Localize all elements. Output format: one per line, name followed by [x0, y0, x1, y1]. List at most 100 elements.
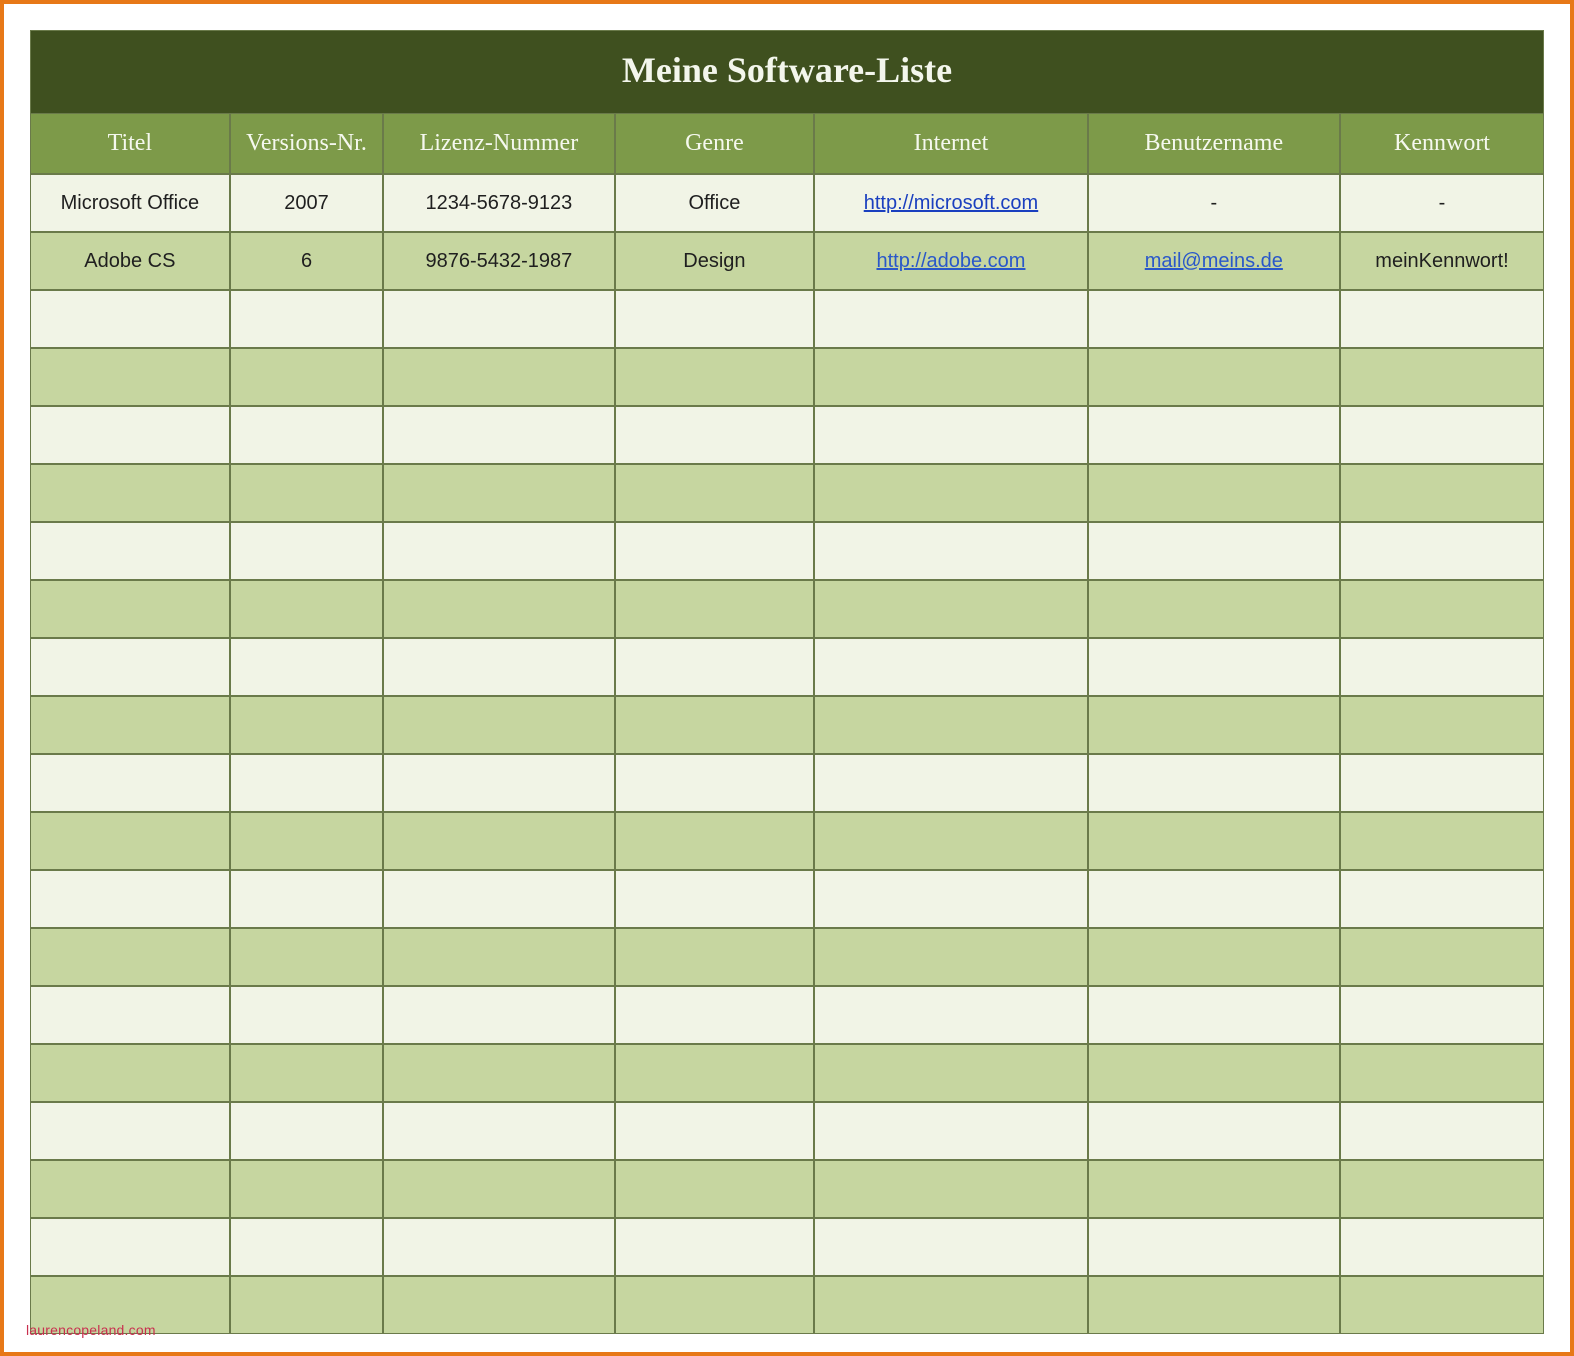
empty-cell: [230, 522, 384, 580]
col-header-genre: Genre: [615, 113, 815, 174]
cell-internet-link[interactable]: http://adobe.com: [876, 250, 1025, 272]
empty-cell: [1340, 1160, 1544, 1218]
empty-cell: [383, 1218, 614, 1276]
col-header-internet: Internet: [814, 113, 1087, 174]
empty-cell: [814, 348, 1087, 406]
empty-cell: [383, 812, 614, 870]
empty-cell: [30, 696, 230, 754]
empty-cell: [615, 1102, 815, 1160]
empty-cell: [615, 522, 815, 580]
empty-cell: [1088, 464, 1340, 522]
empty-cell: [814, 1102, 1087, 1160]
table-row-empty: [30, 986, 1544, 1044]
empty-cell: [230, 1044, 384, 1102]
empty-cell: [1340, 290, 1544, 348]
document-frame: Meine Software-Liste Titel Versions-Nr. …: [0, 0, 1574, 1356]
empty-cell: [615, 1160, 815, 1218]
cell-titel: Microsoft Office: [30, 174, 230, 232]
empty-cell: [230, 638, 384, 696]
cell-benutzername[interactable]: mail@meins.de: [1088, 232, 1340, 290]
empty-cell: [615, 754, 815, 812]
empty-cell: [615, 1044, 815, 1102]
empty-cell: [1340, 638, 1544, 696]
empty-cell: [1340, 928, 1544, 986]
empty-cell: [1088, 348, 1340, 406]
empty-cell: [1088, 986, 1340, 1044]
cell-genre: Design: [615, 232, 815, 290]
table-row-empty: [30, 1160, 1544, 1218]
empty-cell: [230, 1276, 384, 1334]
cell-kennwort: meinKennwort!: [1340, 232, 1544, 290]
empty-cell: [383, 986, 614, 1044]
empty-cell: [383, 406, 614, 464]
col-header-lizenz: Lizenz-Nummer: [383, 113, 614, 174]
cell-lizenz: 1234-5678-9123: [383, 174, 614, 232]
empty-cell: [615, 406, 815, 464]
empty-cell: [383, 928, 614, 986]
empty-cell: [1088, 696, 1340, 754]
empty-cell: [230, 754, 384, 812]
empty-cell: [1088, 1218, 1340, 1276]
empty-cell: [814, 870, 1087, 928]
empty-cell: [615, 464, 815, 522]
empty-cell: [1088, 754, 1340, 812]
empty-cell: [30, 1044, 230, 1102]
empty-cell: [615, 580, 815, 638]
empty-cell: [615, 986, 815, 1044]
col-header-version: Versions-Nr.: [230, 113, 384, 174]
cell-internet[interactable]: http://microsoft.com: [814, 174, 1087, 232]
empty-cell: [1340, 406, 1544, 464]
empty-cell: [814, 1044, 1087, 1102]
table-row-empty: [30, 638, 1544, 696]
table-title-row: Meine Software-Liste: [30, 30, 1544, 113]
empty-cell: [383, 1102, 614, 1160]
empty-cell: [1088, 522, 1340, 580]
table-row-empty: [30, 870, 1544, 928]
empty-cell: [230, 1160, 384, 1218]
empty-cell: [230, 870, 384, 928]
empty-cell: [615, 1218, 815, 1276]
empty-cell: [230, 580, 384, 638]
table-row-empty: [30, 754, 1544, 812]
table-row-empty: [30, 928, 1544, 986]
empty-cell: [1088, 1044, 1340, 1102]
empty-cell: [30, 1218, 230, 1276]
watermark-text: laurencopeland.com: [26, 1322, 156, 1338]
empty-cell: [230, 812, 384, 870]
cell-benutzername: -: [1088, 174, 1340, 232]
empty-cell: [1088, 406, 1340, 464]
table-header-row: Titel Versions-Nr. Lizenz-Nummer Genre I…: [30, 113, 1544, 174]
empty-cell: [615, 928, 815, 986]
table-row-empty: [30, 1218, 1544, 1276]
empty-cell: [1340, 986, 1544, 1044]
empty-cell: [814, 464, 1087, 522]
col-header-kennwort: Kennwort: [1340, 113, 1544, 174]
cell-lizenz: 9876-5432-1987: [383, 232, 614, 290]
empty-cell: [1340, 812, 1544, 870]
empty-cell: [230, 348, 384, 406]
cell-version: 6: [230, 232, 384, 290]
empty-cell: [1340, 348, 1544, 406]
empty-cell: [230, 290, 384, 348]
cell-benutzername-link[interactable]: mail@meins.de: [1145, 250, 1283, 272]
empty-cell: [30, 928, 230, 986]
empty-cell: [615, 348, 815, 406]
empty-cell: [1088, 928, 1340, 986]
empty-cell: [1340, 1044, 1544, 1102]
empty-cell: [1340, 1276, 1544, 1334]
empty-cell: [30, 986, 230, 1044]
empty-cell: [230, 406, 384, 464]
empty-cell: [1088, 812, 1340, 870]
software-table: Meine Software-Liste Titel Versions-Nr. …: [30, 30, 1544, 1334]
cell-internet-link[interactable]: http://microsoft.com: [864, 192, 1039, 214]
table-row: Adobe CS69876-5432-1987Designhttp://adob…: [30, 232, 1544, 290]
empty-cell: [30, 812, 230, 870]
empty-cell: [1088, 1102, 1340, 1160]
empty-cell: [30, 1102, 230, 1160]
empty-cell: [30, 522, 230, 580]
cell-internet[interactable]: http://adobe.com: [814, 232, 1087, 290]
table-row-empty: [30, 406, 1544, 464]
table-row-empty: [30, 1044, 1544, 1102]
empty-cell: [383, 348, 614, 406]
empty-cell: [1088, 638, 1340, 696]
